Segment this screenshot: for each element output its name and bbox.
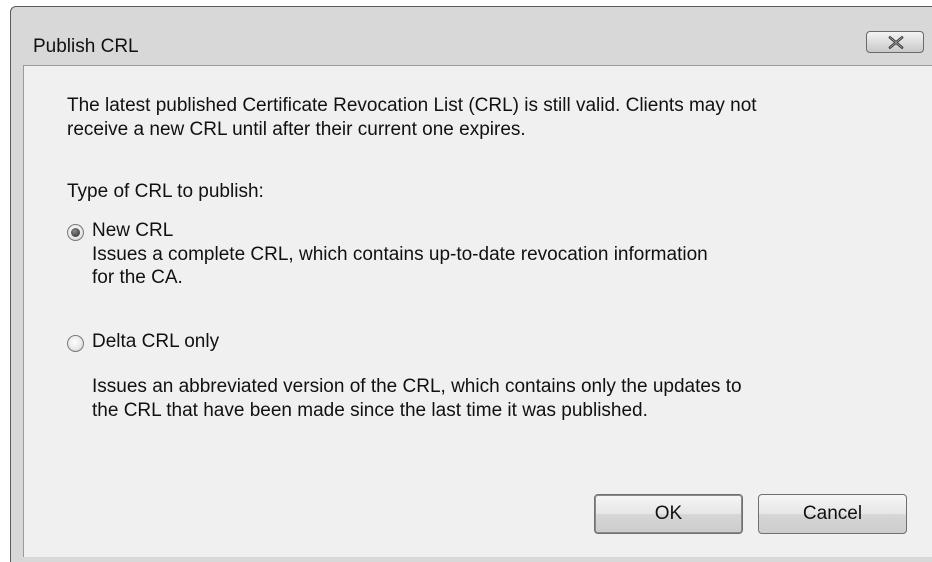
close-button[interactable] [866, 31, 924, 53]
delta-crl-description-line-2: the CRL that have been made since the la… [92, 400, 648, 421]
title-bar[interactable]: Publish CRL [11, 7, 932, 57]
cancel-button[interactable]: Cancel [758, 494, 907, 534]
dialog-body: The latest published Certificate Revocat… [23, 65, 932, 557]
delta-crl-radio[interactable] [67, 335, 84, 352]
ok-button[interactable]: OK [594, 494, 743, 534]
crl-type-label: Type of CRL to publish: [67, 181, 264, 202]
new-crl-description-line-2: for the CA. [92, 267, 183, 288]
new-crl-label[interactable]: New CRL [92, 219, 173, 243]
close-icon [888, 36, 904, 49]
delta-crl-label[interactable]: Delta CRL only [92, 330, 219, 354]
dialog-title: Publish CRL [33, 36, 139, 57]
message-line-2: receive a new CRL until after their curr… [67, 119, 526, 140]
new-crl-radio[interactable] [67, 224, 84, 241]
publish-crl-dialog: Publish CRL The latest published Certifi… [10, 6, 932, 562]
new-crl-description-line-1: Issues a complete CRL, which contains up… [92, 244, 708, 265]
delta-crl-description-line-1: Issues an abbreviated version of the CRL… [92, 376, 742, 397]
message-line-1: The latest published Certificate Revocat… [67, 95, 757, 116]
radio-selected-dot [71, 228, 80, 237]
